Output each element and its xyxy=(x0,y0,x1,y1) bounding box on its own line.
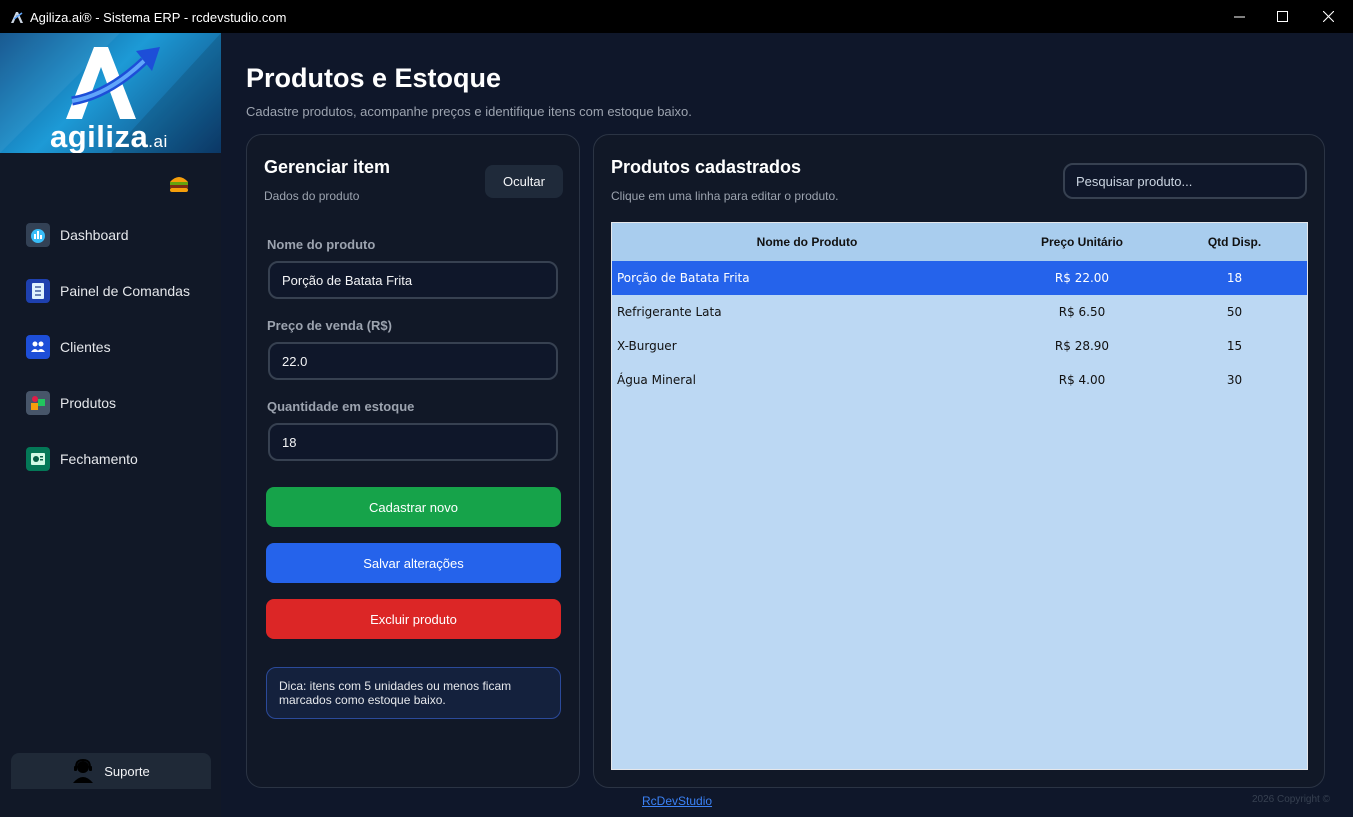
logo-arrow-icon xyxy=(66,47,160,119)
column-header-qty[interactable]: Qtd Disp. xyxy=(1162,223,1307,261)
sidebar-item-produtos[interactable]: Produtos xyxy=(26,390,216,416)
app-area: agiliza.ai Dashboard Painel de Comandas … xyxy=(0,33,1353,817)
support-button[interactable]: Suporte xyxy=(11,753,211,789)
maximize-icon xyxy=(1276,11,1288,22)
price-label: Preço de venda (R$) xyxy=(267,318,392,333)
orders-panel-icon xyxy=(26,279,50,303)
column-header-price[interactable]: Preço Unitário xyxy=(1002,223,1162,261)
tip-line: Dica: itens com 5 unidades ou menos fica… xyxy=(279,679,512,693)
sidebar-item-dashboard[interactable]: Dashboard xyxy=(26,222,216,248)
window-titlebar: Agiliza.ai® - Sistema ERP - rcdevstudio.… xyxy=(0,0,1353,33)
cell-qty: 50 xyxy=(1226,305,1243,319)
sidebar-item-label: Produtos xyxy=(60,395,117,411)
support-agent-icon xyxy=(73,759,94,783)
footer-link[interactable]: RcDevStudio xyxy=(642,794,712,808)
cell-name: X-Burguer xyxy=(617,339,677,353)
sidebar-item-clientes[interactable]: Clientes xyxy=(26,334,216,360)
close-icon xyxy=(1322,11,1334,22)
products-icon xyxy=(26,391,50,415)
table-header-row: Nome do Produto Preço Unitário Qtd Disp. xyxy=(612,223,1307,261)
sidebar-item-label: Clientes xyxy=(60,339,111,355)
list-title: Produtos cadastrados xyxy=(611,157,802,177)
sidebar-item-label: Dashboard xyxy=(60,227,129,243)
cell-name: Refrigerante Lata xyxy=(617,305,722,319)
form-subtitle: Dados do produto xyxy=(264,189,360,203)
close-button[interactable] xyxy=(1305,0,1351,33)
page-title: Produtos e Estoque xyxy=(246,63,502,93)
burger-icon xyxy=(170,177,188,192)
product-name-input[interactable] xyxy=(268,261,558,299)
sidebar: agiliza.ai Dashboard Painel de Comandas … xyxy=(0,33,221,817)
quantity-input[interactable] xyxy=(268,423,558,461)
sidebar-item-label: Painel de Comandas xyxy=(60,283,190,299)
cell-price: R$ 28.90 xyxy=(1054,339,1110,353)
quantity-label: Quantidade em estoque xyxy=(267,399,415,414)
product-name-label: Nome do produto xyxy=(267,237,376,252)
low-stock-tip: Dica: itens com 5 unidades ou menos fica… xyxy=(266,667,561,719)
list-subtitle: Clique em uma linha para editar o produt… xyxy=(611,189,839,203)
sidebar-item-painel-de-comandas[interactable]: Painel de Comandas xyxy=(26,278,216,304)
hide-form-button[interactable]: Ocultar xyxy=(485,165,563,198)
manage-item-panel: Gerenciar item Dados do produto Ocultar … xyxy=(246,134,580,788)
sidebar-item-fechamento[interactable]: Fechamento xyxy=(26,446,216,472)
table-row[interactable]: Refrigerante Lata R$ 6.50 50 xyxy=(612,295,1307,329)
table-row[interactable]: X-Burguer R$ 28.90 15 xyxy=(612,329,1307,363)
products-list-panel: Produtos cadastrados Clique em uma linha… xyxy=(593,134,1325,788)
page-subtitle: Cadastre produtos, acompanhe preços e id… xyxy=(246,104,692,119)
window-title: Agiliza.ai® - Sistema ERP - rcdevstudio.… xyxy=(30,10,287,25)
support-label: Suporte xyxy=(104,763,150,779)
footer-copyright: 2026 Copyright © xyxy=(1252,794,1330,805)
sidebar-item-label: Fechamento xyxy=(60,451,138,467)
closing-icon xyxy=(26,447,50,471)
cell-price: R$ 22.00 xyxy=(1002,261,1162,295)
products-table: Nome do Produto Preço Unitário Qtd Disp.… xyxy=(611,222,1308,770)
cell-qty: 30 xyxy=(1226,373,1243,387)
cell-name: Água Mineral xyxy=(617,373,696,387)
brand-logo: agiliza.ai xyxy=(0,33,221,153)
maximize-button[interactable] xyxy=(1259,0,1305,33)
delete-product-button[interactable]: Excluir produto xyxy=(266,599,561,639)
price-input[interactable] xyxy=(268,342,558,380)
form-title: Gerenciar item xyxy=(264,157,391,177)
save-changes-button[interactable]: Salvar alterações xyxy=(266,543,561,583)
logo-text: agiliza.ai xyxy=(50,119,168,153)
cell-price: R$ 6.50 xyxy=(1058,305,1106,319)
register-new-button[interactable]: Cadastrar novo xyxy=(266,487,561,527)
dashboard-icon xyxy=(26,223,50,247)
minimize-icon xyxy=(1233,16,1245,18)
cell-name: Porção de Batata Frita xyxy=(612,261,1002,295)
app-logo-icon xyxy=(11,12,23,23)
table-row[interactable]: Água Mineral R$ 4.00 30 xyxy=(612,363,1307,397)
search-input[interactable] xyxy=(1063,163,1307,199)
column-header-name[interactable]: Nome do Produto xyxy=(612,223,1002,261)
cell-qty: 15 xyxy=(1226,339,1243,353)
table-row[interactable]: Porção de Batata Frita R$ 22.00 18 xyxy=(612,261,1307,295)
tip-line: marcados como estoque baixo. xyxy=(279,693,446,707)
minimize-button[interactable] xyxy=(1216,0,1262,33)
cell-qty: 18 xyxy=(1162,261,1307,295)
cell-price: R$ 4.00 xyxy=(1058,373,1106,387)
clients-icon xyxy=(26,335,50,359)
